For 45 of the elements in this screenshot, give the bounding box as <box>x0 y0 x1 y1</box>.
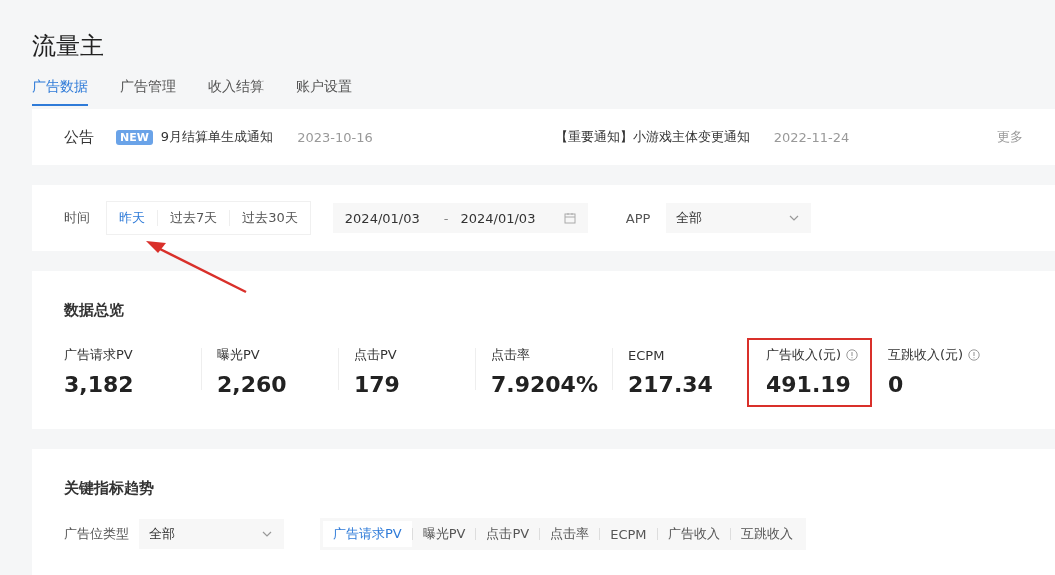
metric-value: 217.34 <box>628 372 714 397</box>
metric-label: 互跳收入(元) <box>888 346 964 364</box>
metric-label: ECPM <box>628 347 665 363</box>
metric-tab[interactable]: 广告请求PV <box>323 521 412 547</box>
metric-value: 7.9204% <box>491 372 599 397</box>
metric-tab[interactable]: 广告收入 <box>657 521 730 547</box>
metric-value: 0 <box>888 372 905 397</box>
metric-tab[interactable]: 点击PV <box>476 521 540 547</box>
metric-value: 3,182 <box>64 372 135 397</box>
nav-tab[interactable]: 广告数据 <box>32 74 88 106</box>
page-title: 流量主 <box>32 31 105 62</box>
nav-tab[interactable]: 收入结算 <box>208 74 264 106</box>
metric-value: 179 <box>354 372 401 397</box>
slot-type-label: 广告位类型 <box>64 525 129 543</box>
notice-link[interactable]: 9月结算单生成通知 <box>160 128 274 146</box>
date-range-field[interactable]: 2024/01/03 - 2024/01/03 <box>332 203 588 233</box>
nav-tab[interactable]: 广告管理 <box>120 74 176 106</box>
chevron-down-icon <box>789 215 800 221</box>
chevron-down-icon <box>262 531 272 537</box>
notice-link[interactable]: 【重要通知】小游戏主体变更通知 <box>554 128 750 146</box>
calendar-icon <box>563 212 576 224</box>
metric-label: 点击率 <box>491 346 530 364</box>
metric-tab[interactable]: 点击率 <box>540 521 600 547</box>
section-title: 关键指标趋势 <box>64 479 155 498</box>
metric-value: 2,260 <box>217 372 288 397</box>
notice-label: 公告 <box>64 127 94 147</box>
app-dropdown[interactable]: 全部 <box>666 203 812 233</box>
info-icon[interactable] <box>968 349 981 361</box>
metric-label: 广告请求PV <box>64 346 133 364</box>
nav-tab[interactable]: 账户设置 <box>296 74 352 106</box>
notice-date: 2023-10-16 <box>297 129 373 145</box>
app-label: APP <box>625 210 651 226</box>
metric-label: 点击PV <box>354 346 397 364</box>
metric-label: 广告收入(元) <box>766 346 842 364</box>
metric-tab[interactable]: ECPM <box>600 522 657 546</box>
metric-label: 曝光PV <box>217 346 260 364</box>
metric-tab[interactable]: 互跳收入 <box>730 521 803 547</box>
info-icon[interactable] <box>846 349 859 361</box>
metric-value: 491.19 <box>766 372 852 397</box>
notice-date: 2022-11-24 <box>773 129 850 145</box>
new-badge: NEW <box>116 129 153 145</box>
slot-type-dropdown[interactable]: 全部 <box>139 519 284 549</box>
section-title: 数据总览 <box>64 301 125 320</box>
time-label: 时间 <box>64 209 90 227</box>
metric-tab[interactable]: 曝光PV <box>412 521 476 547</box>
